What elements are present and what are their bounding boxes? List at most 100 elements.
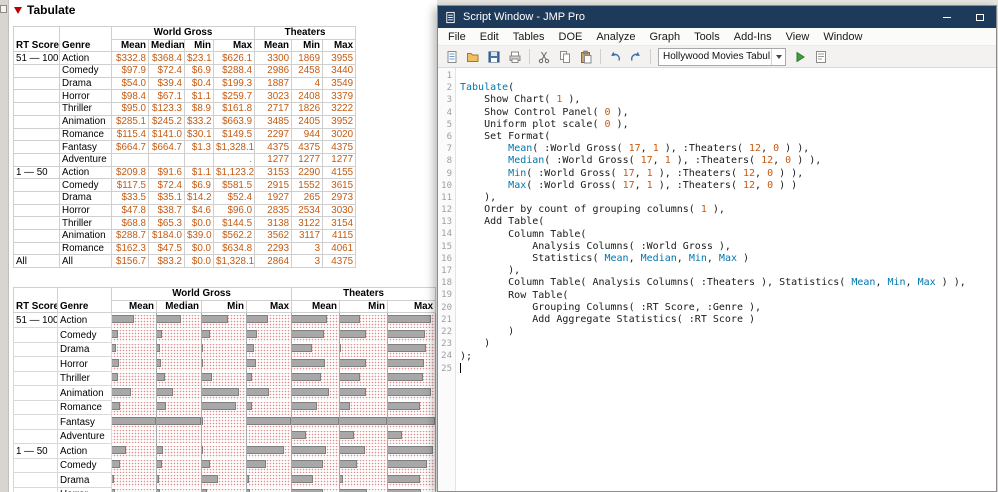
bar: [247, 460, 266, 468]
bar: [292, 446, 326, 454]
genre-cell: Horror: [58, 487, 112, 492]
plot-cell: [247, 487, 292, 492]
data-table-selector[interactable]: Hollywood Movies Tabul: [658, 48, 786, 66]
data-table-selector-value: Hollywood Movies Tabul: [663, 51, 771, 62]
code-line[interactable]: Show Chart( 1 ),: [460, 94, 996, 106]
plot-area: [388, 431, 435, 444]
menu-item-view[interactable]: View: [779, 30, 817, 44]
bar: [202, 446, 203, 454]
value-cell: 4375: [323, 141, 356, 154]
code-line[interactable]: Statistics( Mean, Median, Min, Max ): [460, 253, 996, 265]
plot-cell: [202, 415, 247, 430]
code-line[interactable]: ),: [460, 192, 996, 204]
code-line[interactable]: Row Table(: [460, 290, 996, 302]
cut-icon[interactable]: [534, 47, 554, 67]
plot-cell: [247, 429, 292, 444]
paste-icon[interactable]: [576, 47, 596, 67]
plot-area: [388, 402, 435, 415]
undo-icon[interactable]: [605, 47, 625, 67]
code-line[interactable]: Mean( :World Gross( 17, 1 ), :Theaters( …: [460, 143, 996, 155]
value-cell: $1,123.2: [214, 166, 255, 179]
code-line[interactable]: Add Table(: [460, 216, 996, 228]
code-line[interactable]: [460, 363, 996, 375]
code-line[interactable]: Column Table( Analysis Columns( :Theater…: [460, 277, 996, 289]
print-icon[interactable]: [505, 47, 525, 67]
chevron-down-icon[interactable]: [771, 49, 785, 65]
plot-cell: [247, 400, 292, 415]
line-number: 19: [438, 289, 452, 301]
col-header-th-min: Min: [292, 39, 323, 52]
code-line[interactable]: Tabulate(: [460, 82, 996, 94]
plot-area: [340, 330, 387, 343]
code-area[interactable]: Tabulate( Show Chart( 1 ), Show Control …: [456, 68, 996, 491]
menu-item-tools[interactable]: Tools: [687, 30, 727, 44]
code-line[interactable]: Column Table(: [460, 229, 996, 241]
plot-area: [292, 330, 339, 343]
plot-area: [292, 315, 339, 328]
value-cell: $285.1: [112, 115, 149, 128]
code-line[interactable]: ),: [460, 265, 996, 277]
menu-item-tables[interactable]: Tables: [506, 30, 552, 44]
code-line[interactable]: Set Format(: [460, 131, 996, 143]
plot-area: [340, 359, 387, 372]
rt-score-cell: [14, 458, 58, 473]
new-script-icon[interactable]: [442, 47, 462, 67]
code-line[interactable]: Order by count of grouping columns( 1 ),: [460, 204, 996, 216]
plot-area: [247, 430, 291, 443]
code-line[interactable]: Analysis Columns( :World Gross ),: [460, 241, 996, 253]
run-script-icon[interactable]: [790, 47, 810, 67]
plot-cell: [247, 371, 292, 386]
value-cell: $664.7: [149, 141, 185, 154]
rt-score-cell: 51 — 100: [14, 313, 58, 328]
code-line[interactable]: Show Control Panel( 0 ),: [460, 107, 996, 119]
redo-icon[interactable]: [626, 47, 646, 67]
plot-cell: [292, 429, 340, 444]
open-icon[interactable]: [463, 47, 483, 67]
code-line[interactable]: [460, 70, 996, 82]
red-triangle-menu-icon[interactable]: [14, 7, 22, 14]
menu-item-edit[interactable]: Edit: [473, 30, 506, 44]
code-line[interactable]: ): [460, 338, 996, 350]
code-line[interactable]: Max( :World Gross( 17, 1 ), :Theaters( 1…: [460, 180, 996, 192]
code-line[interactable]: );: [460, 351, 996, 363]
col-header-wg-mean: Mean: [112, 39, 149, 52]
code-line[interactable]: Uniform plot scale( 0 ),: [460, 119, 996, 131]
code-line[interactable]: Grouping Columns( :RT Score, :Genre ),: [460, 302, 996, 314]
value-cell: [112, 153, 149, 166]
minimize-button[interactable]: [930, 6, 963, 28]
code-line[interactable]: Add Aggregate Statistics( :RT Score ): [460, 314, 996, 326]
rt-score-cell: [14, 400, 58, 415]
value-cell: $23.1: [185, 52, 214, 65]
menu-item-analyze[interactable]: Analyze: [589, 30, 642, 44]
genre-cell: Fantasy: [60, 141, 112, 154]
menu-item-add-ins[interactable]: Add-Ins: [727, 30, 779, 44]
plot-cell: [388, 328, 436, 343]
menu-item-file[interactable]: File: [441, 30, 473, 44]
plot-area: [202, 315, 246, 328]
code-line[interactable]: ): [460, 326, 996, 338]
bar: [112, 388, 131, 396]
line-number: 25: [438, 363, 452, 375]
rt-score-cell: [14, 90, 60, 103]
value-cell: 1887: [255, 77, 292, 90]
dock-handle[interactable]: [0, 5, 7, 13]
script-editor[interactable]: 1234567891011121314151617181920212223242…: [438, 68, 996, 491]
plot-area: [112, 330, 156, 343]
log-icon[interactable]: [811, 47, 831, 67]
rt-score-cell: [14, 217, 60, 230]
titlebar[interactable]: Script Window - JMP Pro: [438, 6, 996, 28]
copy-icon[interactable]: [555, 47, 575, 67]
plot-area: [202, 417, 246, 430]
value-cell: $626.1: [214, 52, 255, 65]
menu-item-graph[interactable]: Graph: [642, 30, 687, 44]
code-line[interactable]: Min( :World Gross( 17, 1 ), :Theaters( 1…: [460, 168, 996, 180]
save-icon[interactable]: [484, 47, 504, 67]
code-line[interactable]: Median( :World Gross( 17, 1 ), :Theaters…: [460, 155, 996, 167]
menu-item-window[interactable]: Window: [816, 30, 869, 44]
value-cell: $144.5: [214, 217, 255, 230]
line-number: 24: [438, 350, 452, 362]
maximize-button[interactable]: [963, 6, 996, 28]
bar: [202, 402, 236, 410]
value-cell: 2405: [292, 115, 323, 128]
menu-item-doe[interactable]: DOE: [552, 30, 590, 44]
